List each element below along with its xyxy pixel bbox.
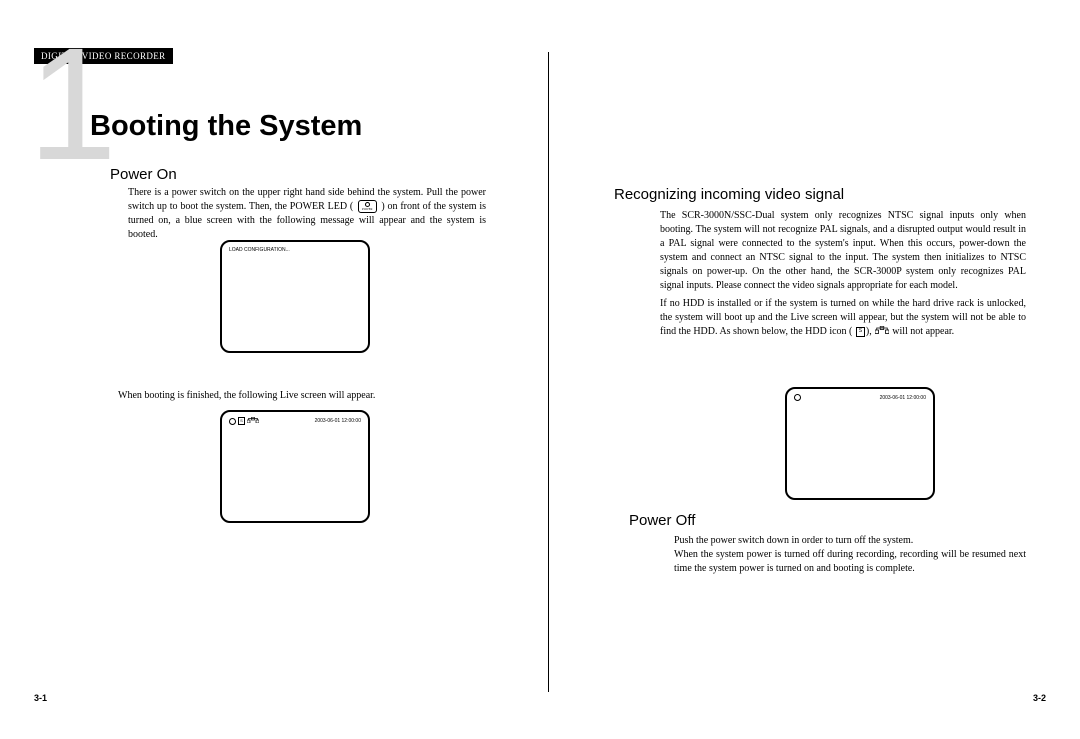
page-number-right: 3-2 [1033,693,1046,703]
recognizing-paragraph-1: The SCR-3000N/SSC-Dual system only recog… [660,209,1026,293]
no-hdd-screen-icons [794,394,801,401]
boot-screen-mock: LOAD CONFIGURATION... [220,240,370,353]
record-icon [229,418,236,425]
network-icon [247,417,259,425]
inline-hdd-icon: S [856,327,865,337]
power-on-heading: Power On [110,166,510,183]
no-hdd-screen-timestamp: 2003-06-01 12:00:00 [880,395,926,401]
center-divider [548,52,549,692]
power-off-paragraph-1: Push the power switch down in order to t… [674,534,1026,548]
power-off-heading: Power Off [629,512,1029,529]
power-off-paragraph-2: When the system power is turned off duri… [674,548,1026,576]
page-spread: DIGITAL VIDEO RECORDER 1 Booting the Sys… [0,0,1080,739]
power-led-icon: POWER [358,200,377,213]
power-off-body: Push the power switch down in order to t… [674,534,1026,576]
live-caption: When booting is finished, the following … [118,390,375,401]
chapter-title: Booting the System [90,110,362,143]
live-screen-timestamp: 2003-06-01 12:00:00 [315,418,361,424]
live-screen-mock: S 2003-06-01 12:00:00 [220,410,370,523]
power-led-label: POWER [362,208,373,211]
page-number-left: 3-1 [34,693,47,703]
recog-text-2a: If no HDD is installed or if the system … [660,298,1026,337]
recognizing-heading: Recognizing incoming video signal [614,186,1026,203]
chapter-number-background: 1 [28,24,117,184]
recognizing-section: Recognizing incoming video signal The SC… [614,186,1026,343]
power-on-body: There is a power switch on the upper rig… [128,186,486,242]
recog-text-2c: will not appear. [892,326,954,337]
record-icon [794,394,801,401]
no-hdd-screen-mock: 2003-06-01 12:00:00 [785,387,935,500]
boot-screen-text: LOAD CONFIGURATION... [229,247,290,253]
live-screen-icons: S [229,417,259,425]
inline-network-icon [875,327,891,336]
hdd-icon: S [238,417,245,425]
recognizing-paragraph-2: If no HDD is installed or if the system … [660,297,1026,339]
power-off-section: Power Off [629,512,1029,535]
recog-text-2b: ), [866,326,872,337]
